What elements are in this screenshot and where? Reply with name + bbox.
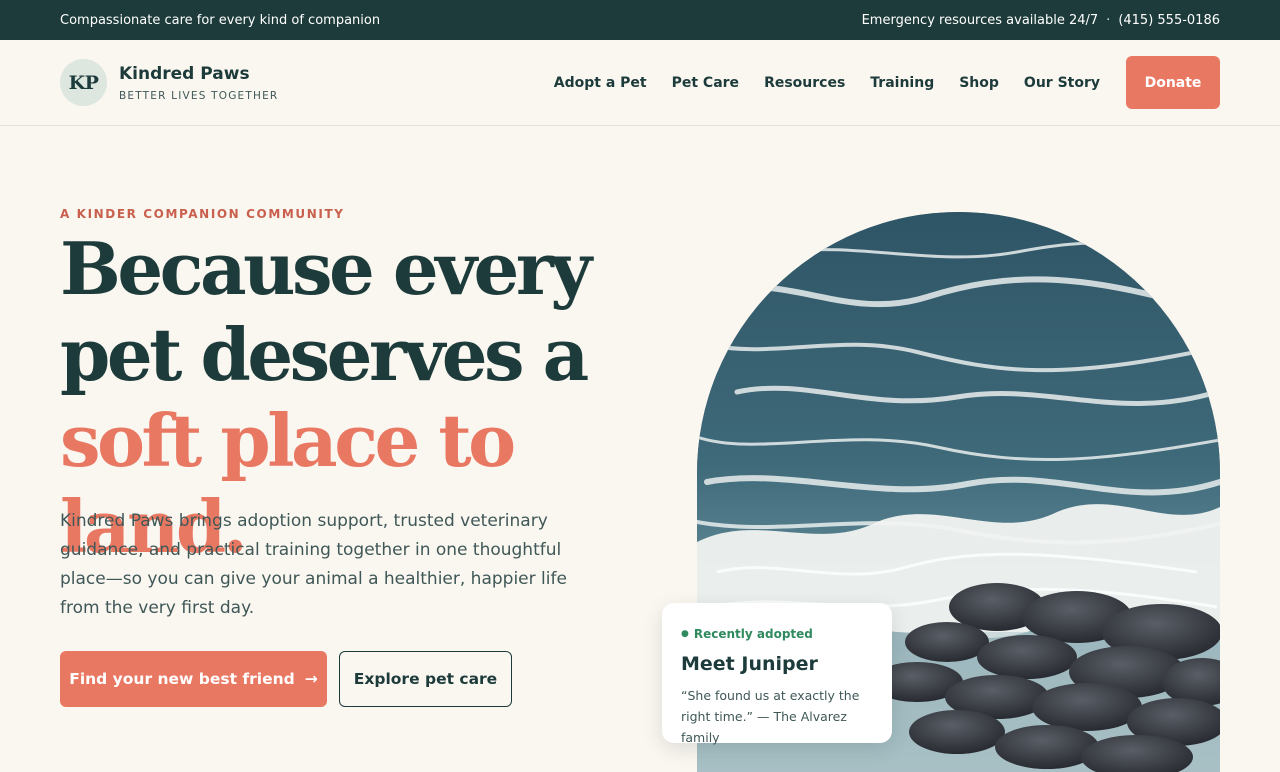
arrow-right-icon: → [304,670,318,688]
separator: · [1106,12,1111,28]
announcement-bar: Compassionate care for every kind of com… [0,0,1280,40]
donate-button[interactable]: Donate [1126,56,1220,109]
nav-pet-care[interactable]: Pet Care [672,75,739,91]
site-header: KP Kindred Paws BETTER LIVES TOGETHER Ad… [0,40,1280,126]
card-title: Meet Juniper [681,653,818,675]
nav-shop[interactable]: Shop [959,75,999,91]
brand-name: Kindred Paws [119,63,250,84]
brand-tagline: BETTER LIVES TOGETHER [119,89,279,102]
announcement-tagline: Compassionate care for every kind of com… [60,12,381,28]
main-nav: Adopt a Pet Pet Care Resources Training … [554,56,1220,109]
emergency-text: Emergency resources available 24/7 [861,12,1099,28]
explore-pet-care-button[interactable]: Explore pet care [339,651,512,707]
phone-link[interactable]: (415) 555-0186 [1118,13,1220,28]
headline-main: Because every pet deserves a [60,226,592,397]
primary-cta-label: Find your new best friend [69,670,295,688]
emergency-info: Emergency resources available 24/7 · (41… [862,13,1220,28]
recently-adopted-card: ● Recently adopted Meet Juniper “She fou… [662,603,892,745]
brand-logo-link[interactable]: KP Kindred Paws BETTER LIVES TOGETHER [60,59,278,106]
hero-description: Kindred Paws brings adoption support, tr… [60,511,567,618]
status-badge: ● Recently adopted [681,627,873,641]
card-quote: “She found us at exactly the right time.… [681,688,860,745]
nav-training[interactable]: Training [870,75,934,91]
nav-adopt-a-pet[interactable]: Adopt a Pet [554,75,647,91]
status-dot-icon: ● [681,629,689,639]
nav-resources[interactable]: Resources [764,75,845,91]
brand-text: Kindred Paws BETTER LIVES TOGETHER [119,64,278,102]
find-best-friend-button[interactable]: Find your new best friend → [60,651,327,707]
hero-eyebrow: A KINDER COMPANION COMMUNITY [60,207,345,221]
logo-monogram: KP [60,59,107,106]
nav-our-story[interactable]: Our Story [1024,75,1100,91]
status-badge-label: Recently adopted [693,627,813,641]
